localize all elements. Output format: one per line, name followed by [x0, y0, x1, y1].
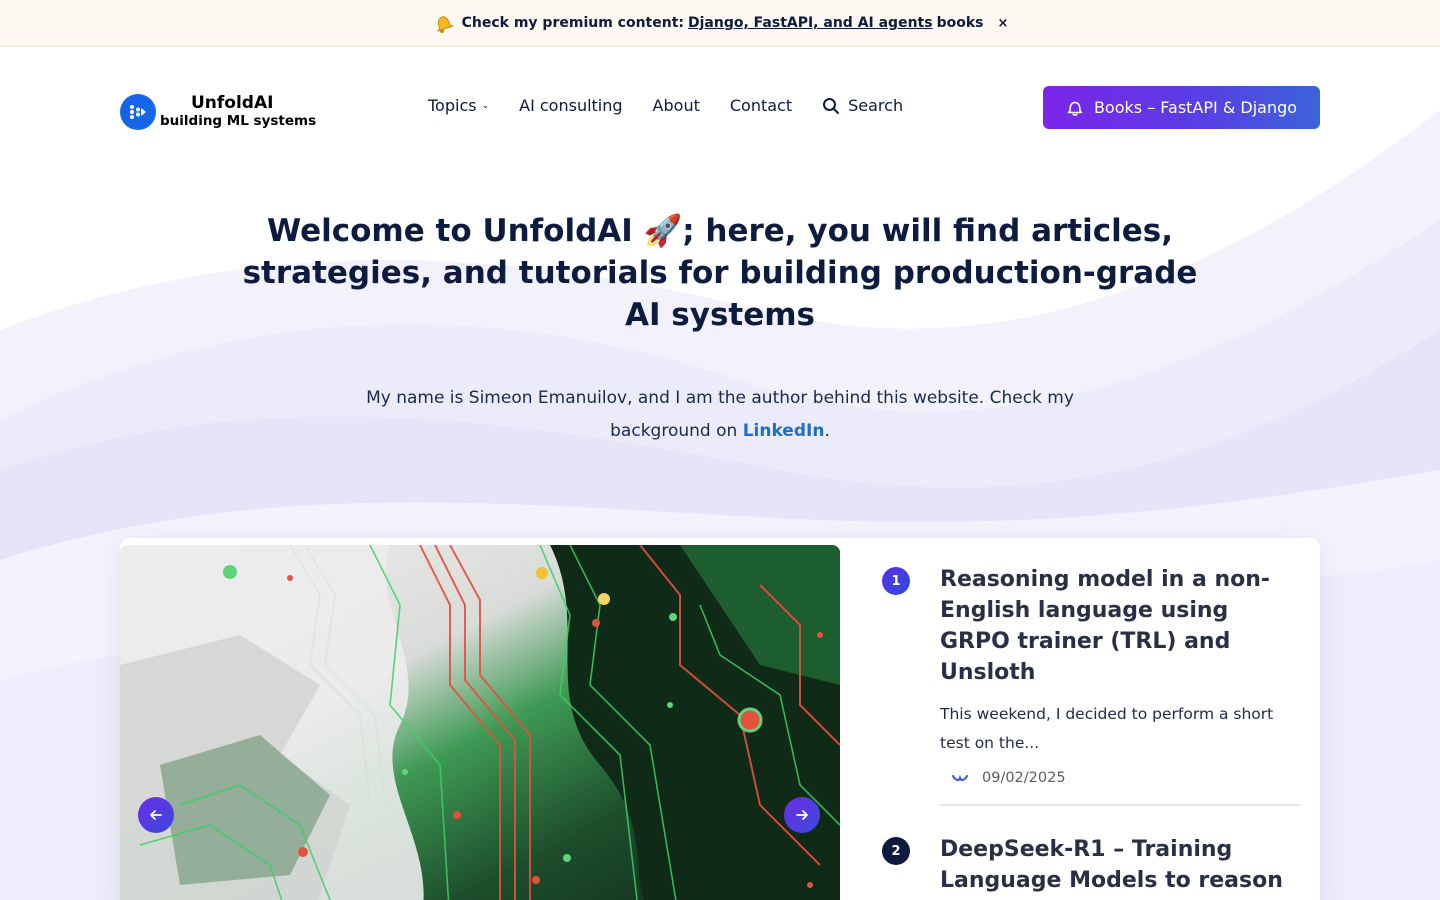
bell-icon: [432, 12, 454, 34]
nav-contact[interactable]: Contact: [730, 96, 792, 115]
bell-icon: [1066, 99, 1084, 117]
post-title-link[interactable]: DeepSeek-R1 – Training Language Models t…: [940, 834, 1300, 900]
arrow-left-icon[interactable]: [138, 797, 174, 833]
post-title-link[interactable]: Reasoning model in a non-English languag…: [940, 564, 1300, 688]
post-excerpt: This weekend, I decided to perform a sho…: [940, 705, 1274, 752]
banner-suffix: books: [936, 15, 984, 31]
squiggle-icon: [952, 774, 968, 782]
featured-post-list: 1 Reasoning model in a non-English langu…: [882, 564, 1300, 900]
site-logo[interactable]: UnfoldAI building ML systems: [120, 94, 316, 130]
nav-about[interactable]: About: [653, 96, 700, 115]
linkedin-link[interactable]: LinkedIn: [743, 421, 825, 441]
nav-search[interactable]: Search: [822, 96, 903, 115]
post-number-badge: 2: [882, 837, 910, 865]
announcement-banner: Check my premium content: Django, FastAP…: [0, 0, 1440, 47]
post-number-badge: 1: [882, 567, 910, 595]
hero-title: Welcome to UnfoldAI 🚀; here, you will fi…: [242, 213, 1198, 333]
list-item: 2 DeepSeek-R1 – Training Language Models…: [882, 834, 1300, 900]
site-header: UnfoldAI building ML systems Topics ⌄ AI…: [120, 86, 1320, 130]
hero-subtitle-text: My name is Simeon Emanuilov, and I am th…: [366, 388, 1074, 441]
close-icon[interactable]: ×: [997, 16, 1008, 31]
books-cta-label: Books – FastAPI & Django: [1093, 98, 1298, 117]
hero-subtitle-end: .: [824, 421, 830, 441]
featured-posts-panel: 1 Reasoning model in a non-English langu…: [120, 538, 1320, 900]
banner-prefix: Check my premium content:: [461, 15, 684, 31]
nav-topics-label: Topics: [428, 96, 477, 115]
post-meta: 09/02/2025: [940, 770, 1300, 786]
main-nav: Topics ⌄ AI consulting About Contact Sea…: [428, 96, 933, 115]
post-date: 09/02/2025: [982, 770, 1066, 786]
logo-subtitle: building ML systems: [160, 113, 317, 129]
post-divider: [940, 804, 1300, 806]
books-cta-button[interactable]: Books – FastAPI & Django: [1043, 86, 1320, 129]
logo-title: UnfoldAI: [191, 93, 274, 113]
arrow-right-icon[interactable]: [784, 797, 820, 833]
chevron-down-icon: ⌄: [481, 100, 490, 111]
nav-topics[interactable]: Topics ⌄: [428, 96, 489, 115]
hero-subtitle: My name is Simeon Emanuilov, and I am th…: [350, 382, 1090, 448]
nav-ai-consulting[interactable]: AI consulting: [519, 96, 622, 115]
search-icon: [822, 97, 840, 115]
banner-books-link[interactable]: Django, FastAPI, and AI agents: [688, 15, 933, 31]
logo-mark-icon: [120, 94, 156, 130]
list-item: 1 Reasoning model in a non-English langu…: [882, 564, 1300, 786]
nav-search-label: Search: [848, 96, 904, 115]
featured-slide-image[interactable]: [120, 545, 840, 900]
